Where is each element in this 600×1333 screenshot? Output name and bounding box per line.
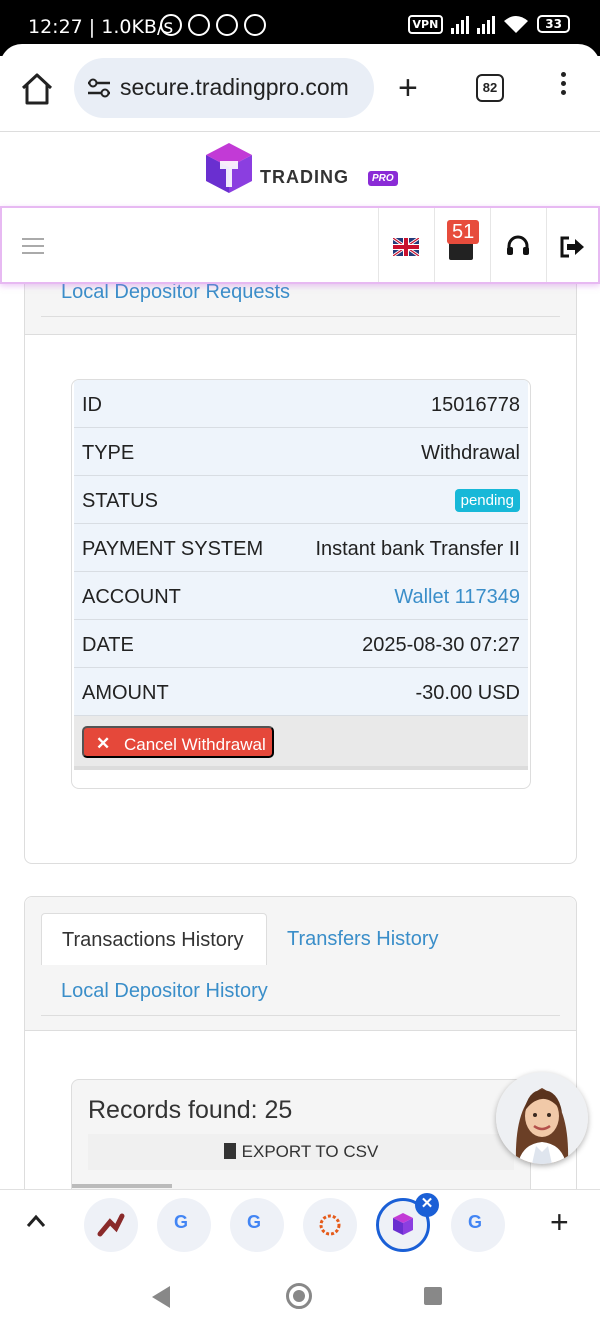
- google-icon: G: [247, 1212, 262, 1232]
- url-text[interactable]: secure.tradingpro.com: [120, 74, 364, 101]
- row-label: PAYMENT SYSTEM: [82, 538, 264, 560]
- alarm-icon: [160, 14, 182, 36]
- detail-row-status: STATUS pending: [74, 476, 528, 524]
- messages-count-badge: 51: [447, 220, 480, 244]
- close-icon: ✕: [96, 734, 111, 753]
- site-logo[interactable]: TRADING PRO: [202, 141, 402, 197]
- detail-row-amount: AMOUNT -30.00 USD: [74, 668, 528, 716]
- support-button[interactable]: [490, 208, 546, 282]
- tab-switcher-button[interactable]: 82: [476, 74, 504, 102]
- request-detail-table: ID 15016778 TYPE Withdrawal STATUS pendi…: [71, 379, 531, 789]
- home-circle-icon[interactable]: [286, 1283, 312, 1309]
- recents-icon[interactable]: [424, 1287, 442, 1305]
- file-download-icon: [223, 1143, 236, 1159]
- messages-button[interactable]: 51: [434, 208, 490, 282]
- sun-favicon-icon: [319, 1214, 341, 1236]
- detail-row-account: ACCOUNT Wallet 117349: [74, 572, 528, 620]
- export-csv-label: EXPORT TO CSV: [241, 1142, 379, 1161]
- row-label: STATUS: [82, 490, 158, 512]
- detail-row-date: DATE 2025-08-30 07:27: [74, 620, 528, 668]
- tab-favicon-google-3[interactable]: G: [451, 1198, 505, 1252]
- site-logo-bar: TRADING PRO: [0, 133, 600, 205]
- chevron-up-icon[interactable]: [26, 1214, 46, 1228]
- vpn-badge: VPN: [407, 14, 444, 34]
- browser-tab-strip: G G ✕ G +: [0, 1189, 600, 1261]
- chat-icon: [244, 14, 266, 36]
- logout-button[interactable]: [546, 208, 600, 282]
- page-content: Local Depositor Requests ID 15016778 TYP…: [0, 264, 600, 1219]
- google-icon: G: [174, 1212, 189, 1232]
- google-icon: G: [468, 1212, 483, 1232]
- row-label: TYPE: [82, 442, 135, 464]
- divider: [41, 316, 560, 317]
- battery-indicator: 33: [537, 15, 570, 33]
- row-value: Instant bank Transfer II: [315, 538, 520, 560]
- tab-favicon-google-2[interactable]: G: [230, 1198, 284, 1252]
- row-value: Withdrawal: [421, 442, 520, 464]
- tab-transfers-history[interactable]: Transfers History: [287, 928, 439, 951]
- row-label: ID: [82, 394, 102, 416]
- add-tab-button[interactable]: +: [550, 1206, 569, 1238]
- status-time: 12:27 | 1.0KB/s: [28, 16, 174, 38]
- home-icon[interactable]: [20, 72, 54, 106]
- tab-favicon-google-1[interactable]: G: [157, 1198, 211, 1252]
- records-found-count: Records found: 25: [88, 1096, 293, 1124]
- history-tabs-header: Transactions History Transfers History L…: [25, 897, 576, 1031]
- row-label: DATE: [82, 634, 134, 656]
- app-favicon-icon: [97, 1213, 125, 1237]
- cancel-withdrawal-label: Cancel Withdrawal: [124, 735, 266, 754]
- notification-icons: [160, 14, 266, 36]
- cancel-withdrawal-button[interactable]: ✕ Cancel Withdrawal: [82, 726, 274, 758]
- row-label: ACCOUNT: [82, 586, 181, 608]
- new-tab-button[interactable]: +: [398, 71, 418, 105]
- back-icon[interactable]: [152, 1286, 170, 1308]
- local-depositor-requests-link[interactable]: Local Depositor Requests: [61, 281, 290, 304]
- tab-transactions-history[interactable]: Transactions History: [41, 913, 267, 965]
- menu-kebab-icon[interactable]: [556, 72, 570, 102]
- whatsapp-icon: [216, 14, 238, 36]
- headset-icon: [507, 235, 529, 255]
- withdrawal-request-panel: Local Depositor Requests ID 15016778 TYP…: [24, 264, 577, 864]
- account-link[interactable]: Wallet 117349: [394, 586, 520, 609]
- status-badge: pending: [454, 489, 520, 512]
- detail-row-type: TYPE Withdrawal: [74, 428, 528, 476]
- top-navbar: 51: [0, 206, 600, 284]
- signal-icon: [451, 14, 470, 34]
- wifi-icon: [504, 16, 529, 33]
- tab-favicon-3[interactable]: [303, 1198, 357, 1252]
- signal-2-icon: [477, 14, 496, 34]
- agent-portrait-icon: [496, 1072, 588, 1164]
- history-panel: Transactions History Transfers History L…: [24, 896, 577, 1219]
- system-navigation-bar: [0, 1262, 600, 1333]
- sign-out-icon: [560, 236, 584, 258]
- scroll-indicator: [72, 1184, 172, 1188]
- language-selector[interactable]: [378, 208, 434, 282]
- tab-local-depositor-history[interactable]: Local Depositor History: [61, 980, 268, 1003]
- tab-favicon-active[interactable]: ✕: [376, 1193, 439, 1252]
- actions-row: ✕ Cancel Withdrawal: [74, 716, 528, 770]
- logo-cube-icon: [206, 143, 252, 193]
- hamburger-menu-icon[interactable]: [22, 238, 44, 254]
- browser-toolbar: secure.tradingpro.com + 82: [0, 44, 600, 132]
- uk-flag-icon: [393, 238, 419, 256]
- address-bar[interactable]: secure.tradingpro.com: [74, 58, 374, 118]
- row-value: 2025-08-30 07:27: [362, 634, 520, 656]
- close-tab-icon[interactable]: ✕: [415, 1193, 439, 1217]
- tab-favicon-1[interactable]: [84, 1198, 138, 1252]
- brand-pro-tag: PRO: [368, 171, 398, 186]
- brand-name: TRADING: [260, 167, 349, 187]
- row-label: AMOUNT: [82, 682, 169, 704]
- envelope-icon: [449, 242, 473, 260]
- row-value: -30.00 USD: [415, 682, 521, 704]
- detail-row-payment-system: PAYMENT SYSTEM Instant bank Transfer II: [74, 524, 528, 572]
- support-chat-avatar[interactable]: [496, 1072, 588, 1164]
- system-indicators: VPN 33: [407, 14, 570, 34]
- row-value: 15016778: [431, 394, 520, 416]
- telegram-icon: [188, 14, 210, 36]
- detail-row-id: ID 15016778: [74, 380, 528, 428]
- divider: [41, 1015, 560, 1016]
- site-settings-icon[interactable]: [86, 78, 112, 98]
- export-csv-button[interactable]: EXPORT TO CSV: [88, 1134, 514, 1170]
